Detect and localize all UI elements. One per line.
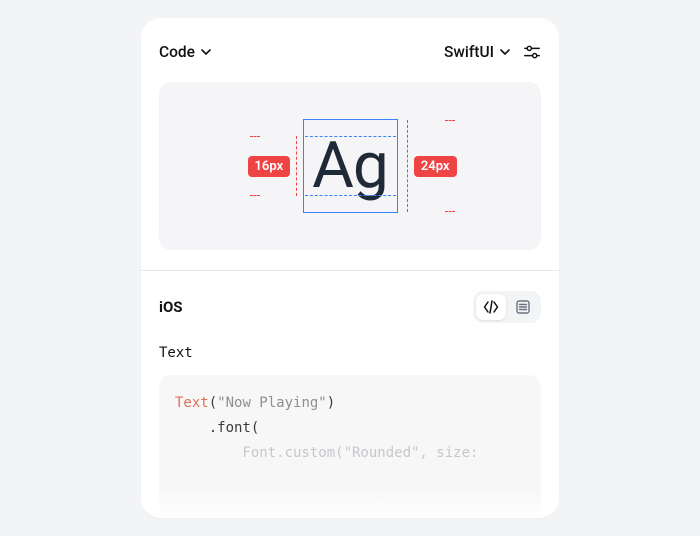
code-token-paren: ) [327,395,335,411]
cap-height-guide [305,136,396,137]
baseline-guide [305,195,396,196]
code-token-modifier: .font( [175,420,259,436]
code-brackets-icon [483,299,499,315]
dimension-right-line [407,120,408,212]
code-token-paren: ( [209,395,217,411]
framework-dropdown[interactable]: SwiftUI [444,43,511,61]
toolbar: Code SwiftUI [159,36,541,68]
dimension-right-badge: 24px [414,156,457,177]
dimension-left-line [296,136,297,196]
list-view-button[interactable] [508,294,538,320]
chevron-down-icon [499,46,511,58]
dimension-left-badge: 16px [248,156,291,177]
dimension-tick [445,211,455,212]
view-mode-segment [473,291,541,323]
section-heading: Text [159,345,541,361]
framework-label: SwiftUI [444,43,494,61]
glyph-bounding-box: Ag 16px 24px [303,119,398,213]
dimension-tick [445,120,455,121]
code-panel-card: Code SwiftUI Ag 16px [141,18,559,518]
settings-sliders-icon[interactable] [523,43,541,61]
code-fade-overlay [159,509,541,518]
dimension-right: 24px [407,120,457,212]
typography-preview: Ag 16px 24px [159,82,541,250]
code-token-string: "Now Playing" [217,395,327,411]
sample-glyph: Ag [312,134,388,198]
platform-row: iOS [159,271,541,331]
preview-inner: Ag 16px 24px [303,119,398,213]
chevron-down-icon [200,46,212,58]
code-token-faded: Font.custom("Rounded", size: [175,445,487,461]
code-mode-dropdown[interactable]: Code [159,43,212,61]
code-token-type: Text [175,395,209,411]
dimension-tick [250,136,260,137]
code-view-button[interactable] [476,294,506,320]
platform-label: iOS [159,298,183,316]
dimension-left: 16px [248,136,298,196]
list-icon [515,299,531,315]
code-snippet[interactable]: Text("Now Playing") .font( Font.custom("… [159,375,541,518]
code-mode-label: Code [159,43,195,61]
dimension-tick [250,195,260,196]
